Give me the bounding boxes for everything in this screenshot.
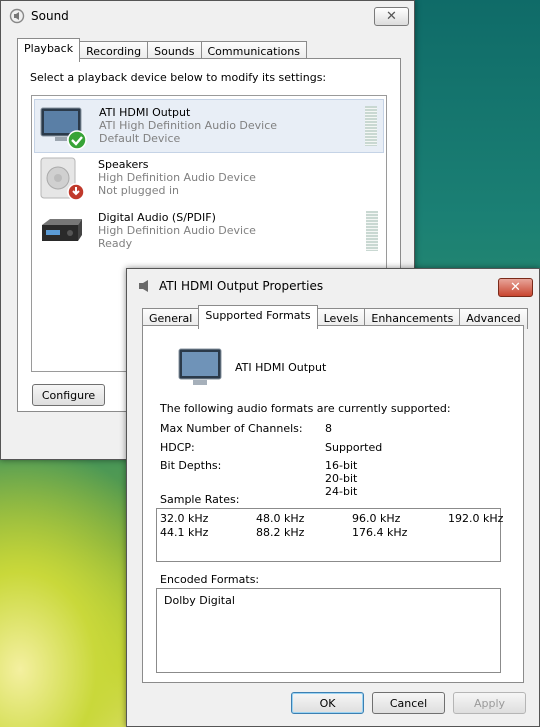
close-button[interactable]: ✕	[498, 278, 533, 297]
sample-rate: 48.0 kHz	[256, 512, 305, 525]
speaker-device-icon	[38, 156, 86, 205]
sample-rate: 32.0 kHz	[160, 512, 209, 525]
device-driver: ATI High Definition Audio Device	[99, 119, 278, 132]
volume-meter	[366, 211, 378, 251]
cancel-button[interactable]: Cancel	[372, 692, 445, 714]
monitor-icon	[39, 104, 87, 153]
formats-panel: ATI HDMI Output The following audio form…	[142, 325, 524, 683]
hdcp-label: HDCP:	[160, 441, 195, 454]
formats-intro: The following audio formats are currentl…	[160, 402, 451, 415]
device-name: Speakers	[98, 158, 149, 171]
hdcp-value: Supported	[325, 441, 383, 454]
sound-window-title: Sound	[31, 9, 69, 23]
sample-rate: 176.4 kHz	[352, 526, 408, 539]
configure-button[interactable]: Configure	[32, 384, 105, 406]
bitdepth-value: 16-bit	[325, 459, 358, 472]
monitor-icon	[177, 347, 225, 394]
device-status: Not plugged in	[98, 184, 180, 197]
channels-label: Max Number of Channels:	[160, 422, 303, 435]
encoded-formats-label: Encoded Formats:	[160, 573, 260, 586]
device-name: ATI HDMI Output	[235, 361, 327, 374]
sample-rate: 96.0 kHz	[352, 512, 401, 525]
device-item-digital-audio[interactable]: Digital Audio (S/PDIF) High Definition A…	[34, 205, 384, 257]
sample-rates-label: Sample Rates:	[160, 493, 240, 506]
device-item-speakers[interactable]: Speakers High Definition Audio Device No…	[34, 152, 384, 204]
properties-title: ATI HDMI Output Properties	[159, 279, 324, 293]
device-status: Default Device	[99, 132, 181, 145]
ok-button[interactable]: OK	[291, 692, 364, 714]
device-name: ATI HDMI Output	[99, 106, 191, 119]
bitdepth-value: 24-bit	[325, 485, 358, 498]
sound-titlebar: Sound ✕	[1, 1, 414, 31]
device-status: Ready	[98, 237, 133, 250]
bitdepth-label: Bit Depths:	[160, 459, 222, 472]
device-item-ati-hdmi[interactable]: ATI HDMI Output ATI High Definition Audi…	[34, 99, 384, 153]
bitdepth-value: 20-bit	[325, 472, 358, 485]
device-name: Digital Audio (S/PDIF)	[98, 211, 216, 224]
properties-window: ATI HDMI Output Properties ✕ General Sup…	[126, 268, 540, 727]
encoded-format: Dolby Digital	[164, 594, 235, 607]
tab-playback[interactable]: Playback	[17, 38, 81, 62]
device-driver: High Definition Audio Device	[98, 171, 256, 184]
channels-value: 8	[325, 422, 332, 435]
device-driver: High Definition Audio Device	[98, 224, 256, 237]
apply-button[interactable]: Apply	[453, 692, 526, 714]
encoded-formats-list: Dolby Digital	[156, 588, 501, 673]
digital-receiver-icon	[38, 211, 86, 254]
sample-rates-list: 32.0 kHz 48.0 kHz 96.0 kHz 192.0 kHz 44.…	[156, 508, 504, 562]
sample-rate: 88.2 kHz	[256, 526, 305, 539]
volume-meter	[365, 106, 377, 146]
close-button[interactable]: ✕	[374, 7, 409, 26]
properties-titlebar: ATI HDMI Output Properties ✕	[127, 269, 539, 303]
speaker-icon	[9, 8, 25, 24]
speaker-icon	[137, 278, 153, 294]
tab-supported-formats[interactable]: Supported Formats	[198, 305, 318, 329]
sample-rate: 44.1 kHz	[160, 526, 209, 539]
sample-rate: 192.0 kHz	[448, 512, 504, 525]
instruction-text: Select a playback device below to modify…	[30, 71, 327, 84]
